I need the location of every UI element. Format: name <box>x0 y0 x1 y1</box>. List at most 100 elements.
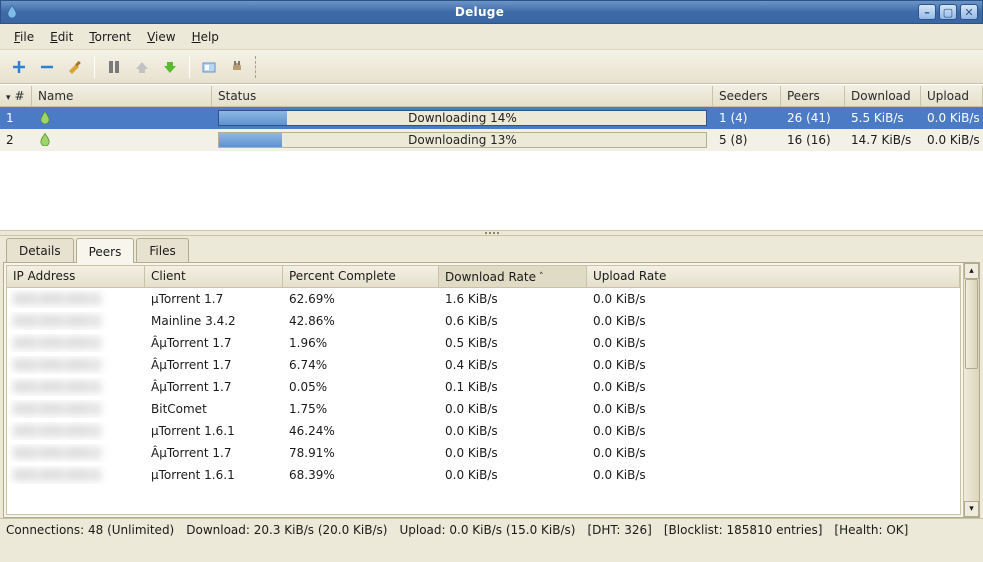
up-arrow-icon <box>134 59 150 75</box>
col-seeders[interactable]: Seeders <box>713 86 781 106</box>
progress-label: Downloading 14% <box>408 111 517 125</box>
tab-files[interactable]: Files <box>136 238 188 262</box>
vertical-scrollbar[interactable]: ▴ ▾ <box>963 263 979 517</box>
menu-help[interactable]: Help <box>184 27 227 47</box>
peer-row[interactable]: 000.000.000.0ÂµTorrent 1.76.74%0.4 KiB/s… <box>7 354 960 376</box>
add-torrent-button[interactable] <box>6 54 32 80</box>
torrent-row[interactable]: 2Downloading 13%5 (8)16 (16)14.7 KiB/s0.… <box>0 129 983 151</box>
peer-row[interactable]: 000.000.000.0ÂµTorrent 1.778.91%0.0 KiB/… <box>7 442 960 464</box>
peer-row[interactable]: 000.000.000.0ÂµTorrent 1.71.96%0.5 KiB/s… <box>7 332 960 354</box>
scroll-thumb[interactable] <box>965 279 978 369</box>
app-icon <box>5 4 19 21</box>
statusbar: Connections: 48 (Unlimited) Download: 20… <box>0 518 983 540</box>
col-name[interactable]: Name <box>32 86 212 106</box>
peer-ip: 000.000.000.0 <box>7 378 145 396</box>
torrent-num: 2 <box>0 131 32 149</box>
pause-icon <box>107 60 121 74</box>
peer-percent: 68.39% <box>283 466 439 484</box>
peer-download-rate: 0.0 KiB/s <box>439 444 587 462</box>
col-num[interactable]: ▾# <box>0 86 32 106</box>
torrent-row[interactable]: 1Downloading 14%1 (4)26 (41)5.5 KiB/s0.0… <box>0 107 983 129</box>
peer-download-rate: 0.6 KiB/s <box>439 312 587 330</box>
torrent-status: Downloading 14% <box>212 108 713 128</box>
peer-percent: 78.91% <box>283 444 439 462</box>
peer-upload-rate: 0.0 KiB/s <box>587 312 960 330</box>
peer-percent: 46.24% <box>283 422 439 440</box>
clear-button[interactable] <box>62 54 88 80</box>
status-upload[interactable]: Upload: 0.0 KiB/s (15.0 KiB/s) <box>399 523 575 537</box>
peer-row[interactable]: 000.000.000.0µTorrent 1.6.146.24%0.0 KiB… <box>7 420 960 442</box>
peer-client: ÂµTorrent 1.7 <box>145 334 283 352</box>
peer-percent: 42.86% <box>283 312 439 330</box>
peers-panel: IP Address Client Percent Complete Downl… <box>3 262 980 518</box>
peer-client: ÂµTorrent 1.7 <box>145 356 283 374</box>
menubar: File Edit Torrent View Help <box>0 24 983 50</box>
remove-torrent-button[interactable] <box>34 54 60 80</box>
peer-client: µTorrent 1.6.1 <box>145 466 283 484</box>
col-status[interactable]: Status <box>212 86 713 106</box>
peer-download-rate: 0.5 KiB/s <box>439 334 587 352</box>
torrent-num: 1 <box>0 109 32 127</box>
peer-client: Mainline 3.4.2 <box>145 312 283 330</box>
peer-upload-rate: 0.0 KiB/s <box>587 356 960 374</box>
menu-view[interactable]: View <box>139 27 183 47</box>
peer-row[interactable]: 000.000.000.0µTorrent 1.762.69%1.6 KiB/s… <box>7 288 960 310</box>
peer-download-rate: 0.0 KiB/s <box>439 422 587 440</box>
peer-ip: 000.000.000.0 <box>7 290 145 308</box>
tab-peers[interactable]: Peers <box>76 238 135 263</box>
plugins-button[interactable] <box>224 54 250 80</box>
peer-ip: 000.000.000.0 <box>7 312 145 330</box>
preferences-icon <box>201 59 217 75</box>
col-peers[interactable]: Peers <box>781 86 845 106</box>
peer-ip: 000.000.000.0 <box>7 444 145 462</box>
status-connections[interactable]: Connections: 48 (Unlimited) <box>6 523 174 537</box>
peer-columns: IP Address Client Percent Complete Downl… <box>7 266 960 288</box>
torrent-upload: 0.0 KiB/s <box>921 131 983 149</box>
plug-icon <box>229 59 245 75</box>
scroll-up-button[interactable]: ▴ <box>964 263 979 279</box>
peer-row[interactable]: 000.000.000.0ÂµTorrent 1.70.05%0.1 KiB/s… <box>7 376 960 398</box>
menu-torrent[interactable]: Torrent <box>81 27 139 47</box>
pause-button[interactable] <box>101 54 127 80</box>
col-download[interactable]: Download <box>845 86 921 106</box>
peer-upload-rate: 0.0 KiB/s <box>587 378 960 396</box>
status-download[interactable]: Download: 20.3 KiB/s (20.0 KiB/s) <box>186 523 387 537</box>
plus-icon <box>11 59 27 75</box>
separator <box>189 56 190 78</box>
col-upload-rate[interactable]: Upload Rate <box>587 266 960 287</box>
toolbar-handle[interactable] <box>255 56 259 78</box>
peer-upload-rate: 0.0 KiB/s <box>587 290 960 308</box>
progress-label: Downloading 13% <box>408 133 517 147</box>
move-up-button[interactable] <box>129 54 155 80</box>
peer-client: BitComet <box>145 400 283 418</box>
scroll-down-button[interactable]: ▾ <box>964 501 979 517</box>
torrent-download: 5.5 KiB/s <box>845 109 921 127</box>
col-ip[interactable]: IP Address <box>7 266 145 287</box>
torrent-seeders: 5 (8) <box>713 131 781 149</box>
col-upload[interactable]: Upload <box>921 86 983 106</box>
peer-client: µTorrent 1.6.1 <box>145 422 283 440</box>
peer-percent: 62.69% <box>283 290 439 308</box>
move-down-button[interactable] <box>157 54 183 80</box>
peer-row[interactable]: 000.000.000.0Mainline 3.4.242.86%0.6 KiB… <box>7 310 960 332</box>
close-button[interactable]: ✕ <box>960 4 978 20</box>
progress-bar: Downloading 13% <box>218 132 707 148</box>
col-download-rate[interactable]: Download Rate˄ <box>439 266 587 287</box>
peer-client: µTorrent 1.7 <box>145 290 283 308</box>
peer-download-rate: 0.0 KiB/s <box>439 400 587 418</box>
status-blocklist: [Blocklist: 185810 entries] <box>664 523 823 537</box>
torrent-status: Downloading 13% <box>212 130 713 150</box>
peer-upload-rate: 0.0 KiB/s <box>587 422 960 440</box>
col-percent[interactable]: Percent Complete <box>283 266 439 287</box>
preferences-button[interactable] <box>196 54 222 80</box>
minimize-button[interactable]: – <box>918 4 936 20</box>
menu-file[interactable]: File <box>6 27 42 47</box>
tab-details[interactable]: Details <box>6 238 74 262</box>
down-arrow-icon <box>162 59 178 75</box>
col-client[interactable]: Client <box>145 266 283 287</box>
peer-row[interactable]: 000.000.000.0BitComet1.75%0.0 KiB/s0.0 K… <box>7 398 960 420</box>
maximize-button[interactable]: ▢ <box>939 4 957 20</box>
menu-edit[interactable]: Edit <box>42 27 81 47</box>
details-tabs: Details Peers Files <box>0 236 983 262</box>
peer-row[interactable]: 000.000.000.0µTorrent 1.6.168.39%0.0 KiB… <box>7 464 960 486</box>
